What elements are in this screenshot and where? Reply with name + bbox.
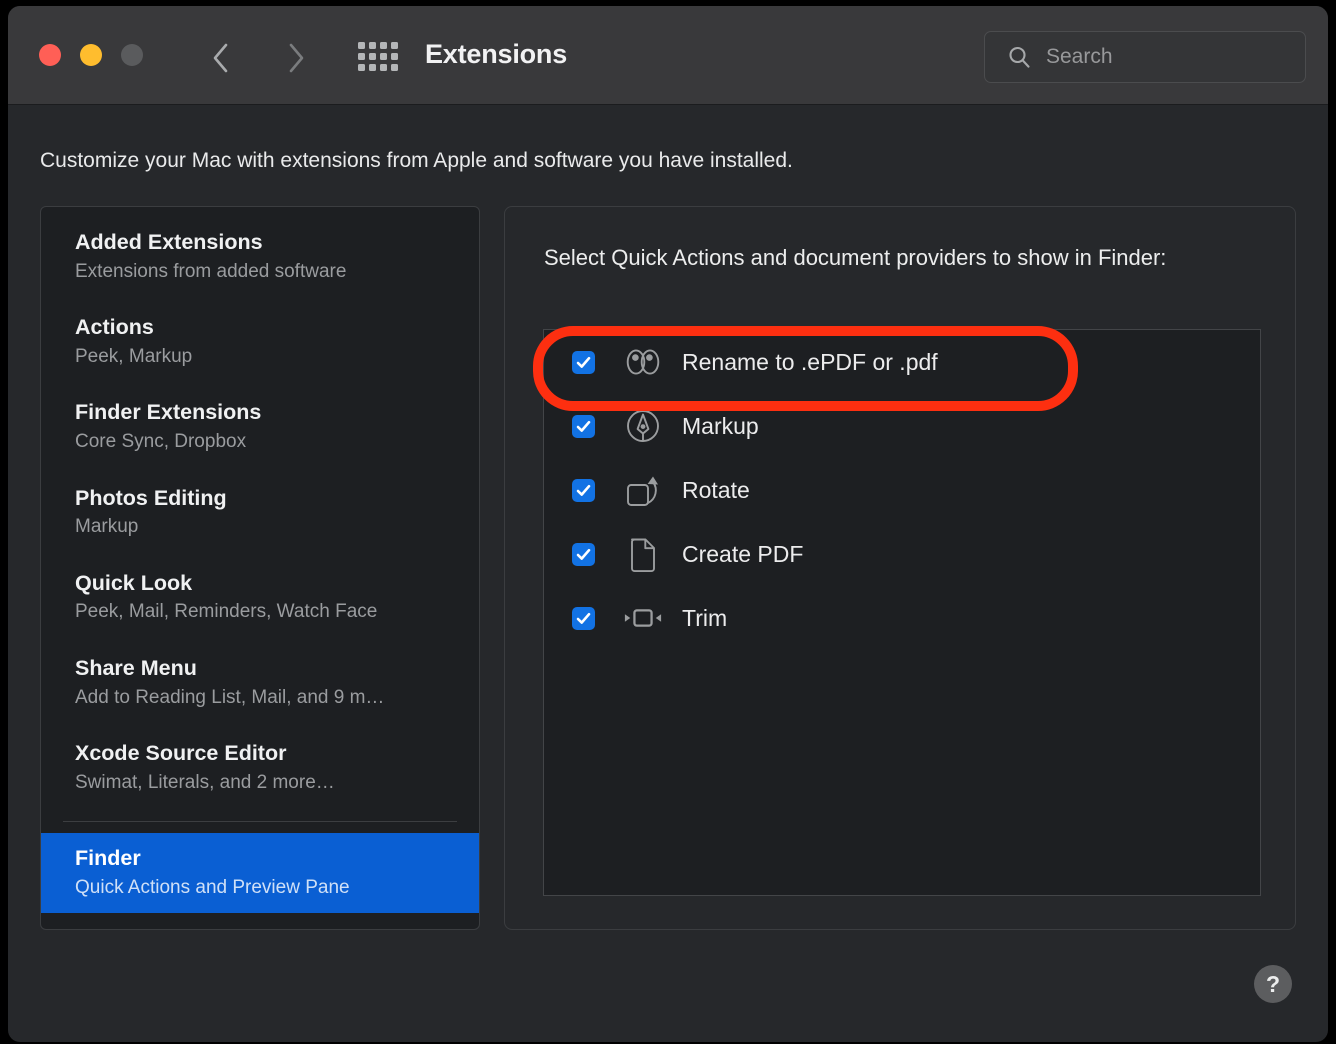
chevron-right-icon [289,43,304,73]
search-icon [1009,46,1030,68]
sidebar-item-subtitle: Add to Reading List, Mail, and 9 m… [75,686,385,708]
quick-actions-list[interactable]: Rename to .ePDF or .pdf Markup Rotate Cr… [543,329,1261,896]
back-button[interactable] [201,36,241,80]
sidebar-item-finder-extensions[interactable]: Finder Extensions Core Sync, Dropbox [41,387,479,466]
grid-dot [391,64,398,71]
sidebar-item-subtitle: Extensions from added software [75,260,347,282]
list-item[interactable]: Create PDF [544,522,1260,586]
search-field[interactable]: Search [984,31,1306,83]
eyes-icon [623,345,663,379]
markup-pen-icon [623,407,663,445]
grid-dot [380,64,387,71]
checkbox-rename-to-epdf[interactable] [572,350,595,374]
sidebar-item-actions[interactable]: Actions Peek, Markup [41,302,479,381]
intro-text: Customize your Mac with extensions from … [40,149,793,172]
checkbox-rotate[interactable] [572,478,595,502]
checkmark-icon [576,612,591,624]
help-button[interactable]: ? [1254,965,1292,1003]
forward-button[interactable] [276,36,316,80]
checkmark-icon [576,548,591,560]
sidebar-item-title: Xcode Source Editor [75,741,287,766]
grid-dot [380,42,387,49]
chevron-left-icon [213,43,228,73]
sidebar-item-title: Finder [75,846,141,871]
sidebar-item-title: Share Menu [75,656,197,681]
sidebar-item-subtitle: Core Sync, Dropbox [75,430,247,452]
grid-dot [358,64,365,71]
window-titlebar: Extensions Search [8,6,1328,105]
checkmark-icon [576,420,591,432]
traffic-lights [39,44,143,66]
checkbox-create-pdf[interactable] [572,542,595,566]
list-item[interactable]: Markup [544,394,1260,458]
extensions-sidebar[interactable]: Added Extensions Extensions from added s… [40,206,480,930]
grid-dot [358,42,365,49]
sidebar-item-title: Quick Look [75,570,193,595]
sidebar-item-xcode-source-editor[interactable]: Xcode Source Editor Swimat, Literals, an… [41,728,479,807]
show-all-grid-icon[interactable] [358,42,398,71]
sidebar-item-title: Finder Extensions [75,400,262,425]
grid-dot [369,53,376,60]
trim-icon [623,605,663,631]
list-item-label: Rotate [682,476,750,503]
sidebar-item-title: Added Extensions [75,230,263,254]
list-item-label: Create PDF [682,540,804,567]
checkmark-icon [576,356,591,368]
window-title: Extensions [425,39,568,69]
sidebar-item-subtitle: Swimat, Literals, and 2 more… [75,771,335,793]
sidebar-item-quick-look[interactable]: Quick Look Peek, Mail, Reminders, Watch … [41,558,479,637]
list-item[interactable]: Trim [544,586,1260,650]
detail-heading: Select Quick Actions and document provid… [544,245,1167,270]
checkmark-icon [576,484,591,496]
rotate-icon [623,471,663,509]
checkbox-trim[interactable] [572,606,595,630]
minimize-button[interactable] [80,44,102,66]
sidebar-item-subtitle: Quick Actions and Preview Pane [75,876,350,898]
document-icon [623,534,663,574]
list-item[interactable]: Rename to .ePDF or .pdf [544,330,1260,394]
list-item-label: Markup [682,412,759,439]
sidebar-item-share-menu[interactable]: Share Menu Add to Reading List, Mail, an… [41,643,479,722]
zoom-button [121,44,143,66]
sidebar-item-subtitle: Peek, Mail, Reminders, Watch Face [75,601,378,623]
sidebar-item-title: Actions [75,315,154,340]
list-item-label: Trim [682,604,728,631]
sidebar-item-added-extensions[interactable]: Added Extensions Extensions from added s… [41,217,479,296]
sidebar-item-subtitle: Peek, Markup [75,345,193,367]
list-item-label: Rename to .ePDF or .pdf [682,348,938,375]
grid-dot [391,42,398,49]
detail-panel: Select Quick Actions and document provid… [504,206,1296,930]
extensions-preferences-window: Extensions Search Customize your Mac wit… [8,6,1328,1042]
grid-dot [358,53,365,60]
checkbox-markup[interactable] [572,414,595,438]
close-button[interactable] [39,44,61,66]
grid-dot [391,53,398,60]
sidebar-separator [63,821,457,823]
sidebar-item-photos-editing[interactable]: Photos Editing Markup [41,473,479,552]
search-placeholder: Search [1046,45,1113,68]
grid-dot [369,64,376,71]
sidebar-item-subtitle: Markup [75,516,139,538]
grid-dot [369,42,376,49]
list-item[interactable]: Rotate [544,458,1260,522]
grid-dot [380,53,387,60]
sidebar-item-finder[interactable]: Finder Quick Actions and Preview Pane [41,833,479,913]
sidebar-item-title: Photos Editing [75,485,227,510]
